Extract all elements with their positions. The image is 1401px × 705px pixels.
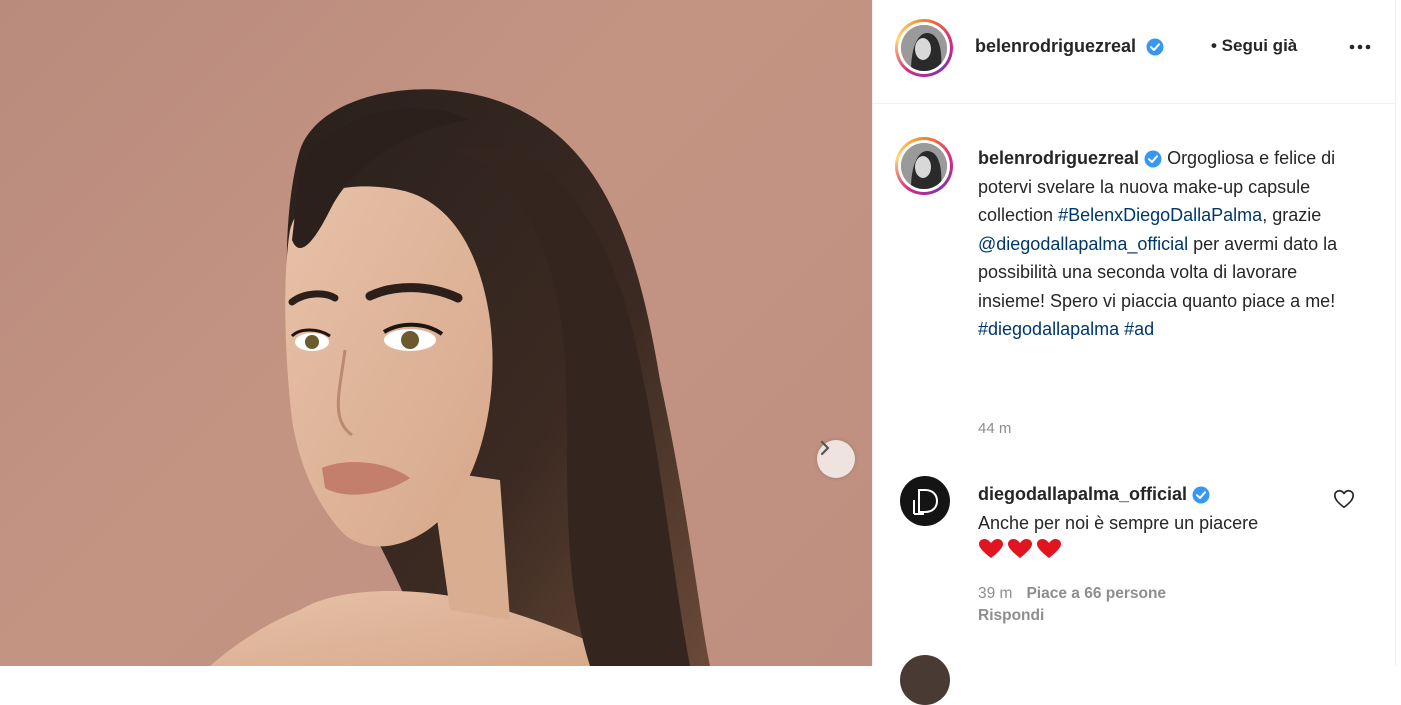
post-caption: belenrodriguezreal Orgogliosa e felice d… <box>978 144 1348 344</box>
author-username[interactable]: belenrodriguezreal <box>975 36 1164 57</box>
red-hearts-emoji-icon <box>979 539 1061 558</box>
like-comment-button[interactable] <box>1333 488 1355 510</box>
reply-button[interactable]: Rispondi <box>978 607 1044 625</box>
avatar-image <box>901 25 947 71</box>
caption-text-mid: , grazie <box>1262 205 1322 225</box>
commenter-avatar[interactable] <box>900 476 950 526</box>
next-commenter-avatar[interactable] <box>900 655 950 705</box>
chevron-right-icon <box>820 440 830 456</box>
hashtag-link[interactable]: #BelenxDiegoDallaPalma <box>1058 205 1262 225</box>
caption-author-avatar[interactable] <box>895 137 953 195</box>
author-username-text[interactable]: belenrodriguezreal <box>975 36 1136 56</box>
avatar-image <box>901 143 947 189</box>
brand-logo <box>913 489 939 515</box>
post-header: belenrodriguezreal • Segui già <box>873 0 1395 104</box>
mention-link[interactable]: @diegodallapalma_official <box>978 234 1188 254</box>
more-options-icon <box>1349 44 1371 50</box>
comment-timestamp[interactable]: 39 m <box>978 585 1012 602</box>
more-options-button[interactable] <box>1347 34 1373 60</box>
heart-outline-icon <box>1334 489 1354 509</box>
post-side-panel: belenrodriguezreal • Segui già belenrodr… <box>872 0 1396 705</box>
hashtag-link[interactable]: #ad <box>1124 319 1154 339</box>
verified-badge-icon <box>1144 150 1162 168</box>
author-avatar[interactable] <box>895 19 953 77</box>
post-photo <box>210 89 710 666</box>
verified-badge-icon <box>1192 486 1210 504</box>
following-status[interactable]: • Segui già <box>1211 36 1297 56</box>
comment-author[interactable]: diegodallapalma_official <box>978 484 1187 504</box>
comment-likes[interactable]: Piace a 66 persone <box>1026 585 1166 602</box>
post-timestamp[interactable]: 44 m <box>978 420 1011 437</box>
verified-badge-icon <box>1146 38 1164 56</box>
comment-body: diegodallapalma_official Anche per noi è… <box>978 480 1338 566</box>
hashtag-link[interactable]: #diegodallapalma <box>978 319 1119 339</box>
next-image-button[interactable] <box>817 440 855 478</box>
post-media[interactable] <box>0 0 872 666</box>
comment-text: Anche per noi è sempre un piacere <box>978 512 1259 533</box>
caption-author[interactable]: belenrodriguezreal <box>978 148 1139 168</box>
comment-meta: 39 m Piace a 66 persone <box>978 585 1166 603</box>
